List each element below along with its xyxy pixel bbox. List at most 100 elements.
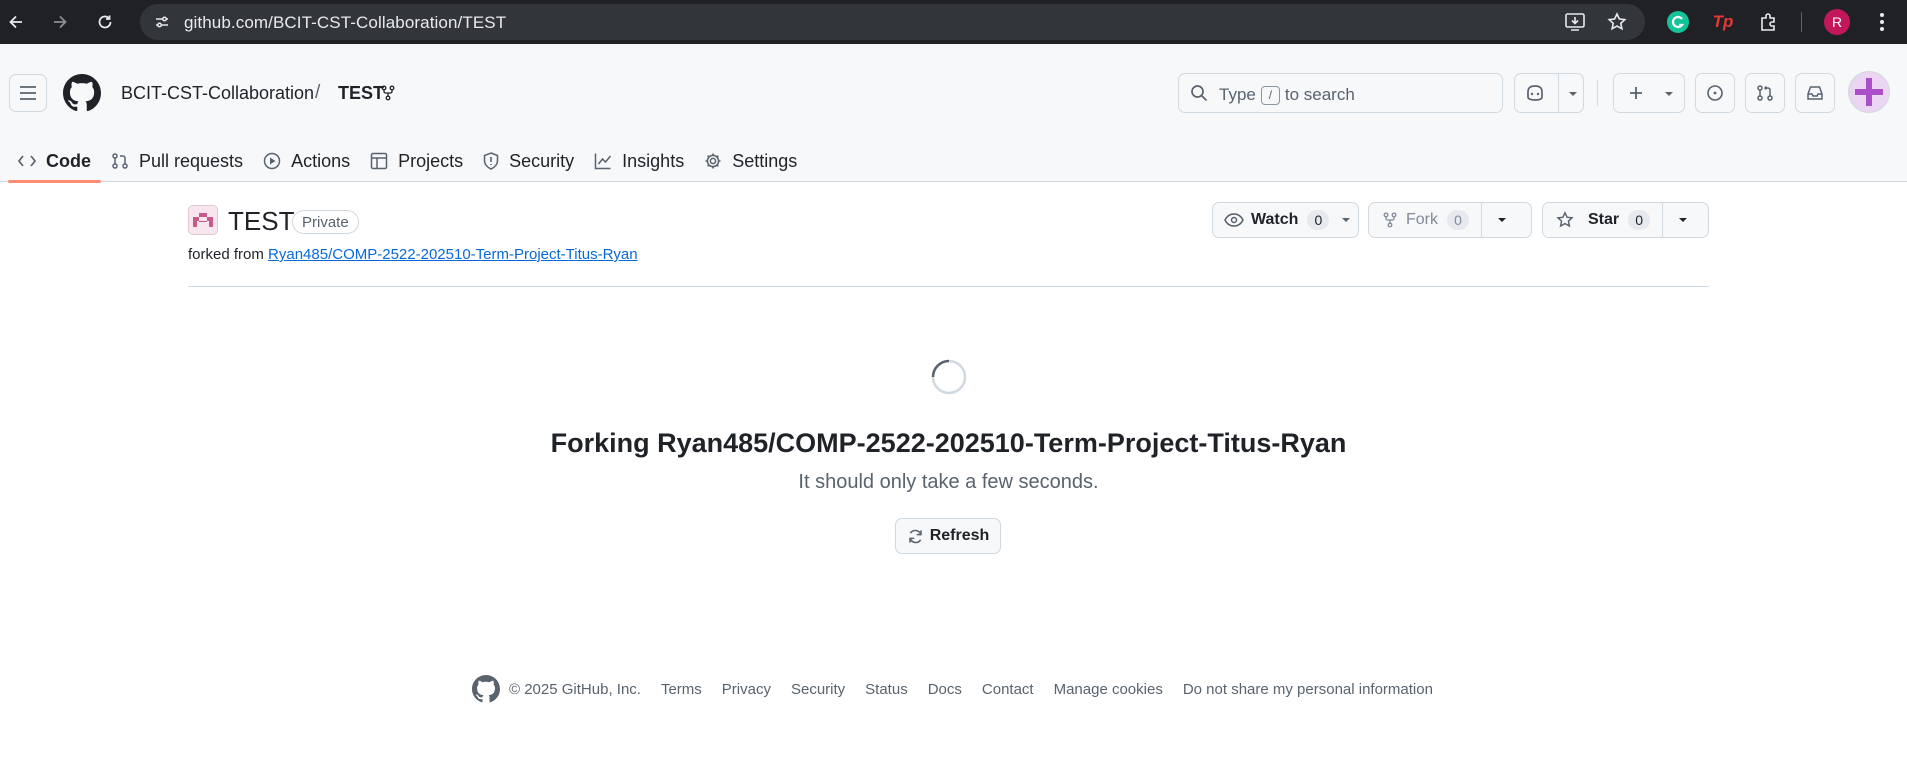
chevron-down-icon[interactable]	[1678, 217, 1688, 223]
git-pull-request-icon	[111, 152, 129, 170]
fork-button[interactable]: Fork 0	[1368, 202, 1532, 238]
open-global-nav-button[interactable]	[9, 74, 47, 112]
search-shortcut-key: /	[1260, 85, 1280, 105]
tab-pull-requests[interactable]: Pull requests	[101, 140, 253, 182]
tab-label: Pull requests	[139, 150, 244, 171]
tab-label: Code	[46, 150, 91, 171]
forked-from-label: forked from	[188, 246, 264, 263]
tab-settings[interactable]: Settings	[694, 140, 807, 182]
fork-count: 0	[1447, 210, 1469, 230]
reload-button[interactable]	[91, 8, 119, 36]
identicon-avatar-icon	[193, 213, 213, 227]
browser-menu-icon[interactable]	[1868, 8, 1896, 36]
create-new-button[interactable]	[1613, 73, 1685, 113]
repo-owner-avatar[interactable]	[188, 205, 218, 235]
star-count: 0	[1628, 210, 1651, 230]
footer-link-do-not-share[interactable]: Do not share my personal information	[1183, 681, 1433, 698]
grammarly-extension-icon[interactable]	[1664, 8, 1692, 36]
address-bar[interactable]: github.com/BCIT-CST-Collaboration/TEST	[140, 4, 1645, 40]
play-icon	[263, 152, 281, 170]
star-button[interactable]: Star 0	[1542, 202, 1709, 238]
fork-label: Fork	[1406, 211, 1438, 228]
footer-link-status[interactable]: Status	[865, 681, 908, 698]
copilot-icon	[1527, 85, 1543, 101]
forward-button[interactable]	[46, 8, 74, 36]
identicon-avatar-icon	[1855, 78, 1883, 106]
tab-actions[interactable]: Actions	[253, 140, 360, 182]
extensions-puzzle-icon[interactable]	[1755, 8, 1783, 36]
plus-icon	[1630, 87, 1642, 99]
forking-subtext: It should only take a few seconds.	[798, 471, 1099, 493]
refresh-button[interactable]: Refresh	[895, 518, 1001, 554]
forked-from-link[interactable]: Ryan485/COMP-2522-202510-Term-Project-Ti…	[268, 246, 638, 263]
tab-code[interactable]: Code	[8, 140, 101, 183]
forking-heading: Forking Ryan485/COMP-2522-202510-Term-Pr…	[550, 428, 1347, 458]
chevron-down-icon[interactable]	[1341, 217, 1351, 223]
tab-label: Settings	[732, 150, 798, 171]
title-divider	[188, 286, 1709, 287]
repo-title[interactable]: TEST	[228, 206, 294, 237]
search-placeholder-prefix: Type	[1219, 85, 1256, 104]
tab-label: Security	[509, 150, 575, 171]
code-icon	[18, 154, 36, 168]
tab-insights[interactable]: Insights	[584, 140, 694, 182]
arrow-left-icon	[9, 15, 22, 29]
github-logo-icon[interactable]	[63, 74, 101, 112]
loading-spinner-icon	[930, 358, 968, 396]
footer-link-security[interactable]: Security	[791, 681, 845, 698]
inbox-icon	[1807, 86, 1823, 100]
star-icon	[1556, 211, 1574, 229]
toolbar-divider	[1801, 12, 1802, 32]
gear-icon	[704, 152, 722, 170]
footer-link-privacy[interactable]: Privacy	[722, 681, 771, 698]
back-button[interactable]	[2, 8, 30, 36]
repo-nav-tabs: Code Pull requests Actions Projects Secu…	[8, 140, 807, 183]
github-logo-icon[interactable]	[472, 675, 500, 703]
hamburger-icon	[20, 86, 36, 100]
watch-count: 0	[1307, 210, 1330, 230]
bookmark-star-icon[interactable]	[1607, 12, 1627, 32]
repo-forked-icon	[381, 85, 395, 106]
tab-projects[interactable]: Projects	[360, 140, 473, 182]
graph-icon	[594, 152, 612, 170]
tab-label: Actions	[291, 150, 351, 171]
sync-icon	[907, 528, 924, 545]
forked-from-line: forked from Ryan485/COMP-2522-202510-Ter…	[188, 246, 638, 263]
search-input[interactable]: Type / to search	[1178, 73, 1503, 113]
chevron-down-icon	[1569, 92, 1577, 96]
search-placeholder-suffix: to search	[1284, 85, 1355, 104]
user-avatar[interactable]	[1848, 71, 1890, 113]
search-placeholder: Type / to search	[1219, 85, 1355, 105]
github-header: BCIT-CST-Collaboration / TEST Type / to …	[0, 44, 1907, 183]
inbox-button[interactable]	[1795, 73, 1835, 113]
tab-label: Projects	[398, 150, 464, 171]
url-text[interactable]: github.com/BCIT-CST-Collaboration/TEST	[184, 13, 506, 33]
reload-icon	[98, 15, 112, 29]
button-divider	[1481, 203, 1482, 237]
install-app-icon[interactable]	[1564, 12, 1586, 32]
footer-link-contact[interactable]: Contact	[982, 681, 1034, 698]
footer-link-docs[interactable]: Docs	[928, 681, 962, 698]
button-divider	[1662, 203, 1664, 237]
visibility-badge: Private	[292, 210, 359, 234]
footer-link-terms[interactable]: Terms	[661, 681, 702, 698]
table-icon	[370, 152, 388, 170]
refresh-label: Refresh	[929, 527, 990, 544]
git-pull-request-icon	[1757, 85, 1773, 101]
site-footer: © 2025 GitHub, Inc. Terms Privacy Securi…	[472, 674, 1453, 704]
repo-forked-icon	[1383, 212, 1397, 228]
tab-security[interactable]: Security	[473, 140, 584, 182]
chevron-down-icon[interactable]	[1497, 217, 1507, 223]
issues-button[interactable]	[1695, 73, 1735, 113]
breadcrumb-owner-link[interactable]: BCIT-CST-Collaboration	[121, 83, 314, 104]
site-info-icon[interactable]	[152, 12, 172, 32]
profile-avatar[interactable]: R	[1824, 9, 1850, 35]
footer-link-manage-cookies[interactable]: Manage cookies	[1054, 681, 1163, 698]
chevron-down-icon	[1665, 92, 1673, 96]
breadcrumb-repo-link[interactable]: TEST	[338, 83, 384, 104]
pull-requests-button[interactable]	[1745, 73, 1785, 113]
watch-button[interactable]: Watch 0	[1212, 202, 1359, 238]
tp-extension-icon[interactable]: Tp	[1709, 8, 1737, 36]
arrow-right-icon	[54, 15, 67, 29]
copilot-button[interactable]	[1514, 73, 1584, 113]
